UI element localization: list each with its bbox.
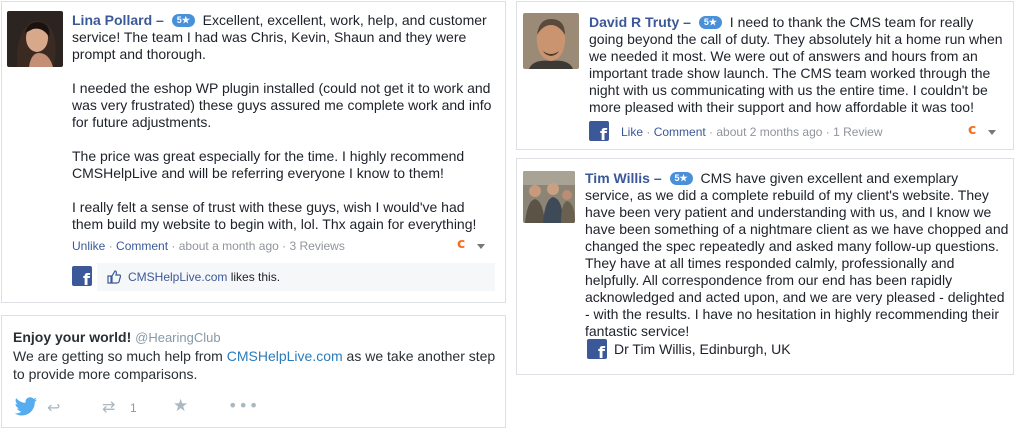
reviewer-name[interactable]: David R Truty (589, 14, 679, 30)
review-card-david: David R Truty – 5★ I need to thank the C… (516, 1, 1014, 150)
retweet-count: 1 (130, 401, 137, 415)
star-icon[interactable]: ★ (173, 396, 188, 416)
like-link[interactable]: Like (621, 125, 643, 139)
review-actions: Unlike · Comment · about a month ago · 3… (72, 239, 345, 253)
likes-this-text: likes this. (227, 270, 281, 284)
review-actions: Like · Comment · about 2 months ago · 1 … (621, 125, 883, 139)
facebook-icon: f (589, 121, 609, 141)
like-bar: CMSHelpLive.com likes this. (97, 263, 495, 291)
tweet-header: Enjoy your world! @HearingClub (13, 329, 221, 345)
review-text: CMS have given excellent and exemplary s… (585, 170, 1009, 339)
unlike-link[interactable]: Unlike (72, 239, 105, 253)
facebook-icon: f (72, 266, 92, 286)
tweet-title: Enjoy your world! (13, 329, 132, 345)
review-count[interactable]: 1 Review (833, 125, 882, 139)
tweet-link[interactable]: CMSHelpLive.com (227, 348, 343, 364)
review-body: David R Truty – 5★ I need to thank the C… (589, 14, 1007, 116)
twitter-bird-icon[interactable] (14, 397, 38, 417)
review-card-tim: Tim Willis – 5★ CMS have given excellent… (516, 158, 1014, 375)
cms-logo-icon[interactable]: c (457, 236, 465, 252)
review-count[interactable]: 3 Reviews (289, 239, 344, 253)
avatar[interactable] (523, 171, 575, 223)
rating-badge: 5★ (171, 14, 195, 27)
cms-logo-icon[interactable]: c (968, 122, 976, 138)
rating-badge: 5★ (669, 172, 693, 185)
tweet-handle[interactable]: @HearingClub (135, 330, 220, 345)
reviewer-name[interactable]: Lina Pollard (72, 12, 152, 28)
review-paragraph: The price was great especially for the t… (72, 148, 465, 181)
tweet-text-before: We are getting so much help from (13, 348, 227, 364)
name-dash: – (683, 14, 691, 30)
thumbs-up-icon (107, 270, 121, 284)
liked-page-link[interactable]: CMSHelpLive.com (128, 270, 227, 284)
avatar[interactable] (7, 11, 63, 67)
comment-link[interactable]: Comment (116, 239, 168, 253)
more-dots-icon[interactable]: ••• (228, 396, 259, 415)
review-card-lina: Lina Pollard – 5★ Excellent, excellent, … (1, 1, 506, 303)
tweet-card: Enjoy your world! @HearingClub We are ge… (1, 315, 506, 428)
chevron-down-icon[interactable] (477, 244, 485, 249)
tweet-text: We are getting so much help from CMSHelp… (13, 347, 503, 383)
review-time[interactable]: about a month ago (179, 239, 279, 253)
rating-badge: 5★ (698, 16, 722, 29)
avatar[interactable] (523, 13, 579, 69)
review-paragraph: I really felt a sense of trust with thes… (72, 199, 477, 232)
review-paragraph: I needed the eshop WP plugin installed (… (72, 80, 492, 130)
comment-link[interactable]: Comment (654, 125, 706, 139)
chevron-down-icon[interactable] (988, 130, 996, 135)
retweet-icon[interactable]: ⇄ (102, 397, 115, 416)
review-body: Tim Willis – 5★ CMS have given excellent… (585, 170, 1009, 340)
facebook-icon: f (587, 339, 607, 359)
name-dash: – (653, 170, 662, 186)
reply-icon[interactable]: ↩ (47, 398, 60, 417)
name-dash: – (156, 12, 164, 28)
reviewer-signature: Dr Tim Willis, Edinburgh, UK (614, 341, 791, 357)
reviewer-name[interactable]: Tim Willis (585, 170, 650, 186)
review-body: Lina Pollard – 5★ Excellent, excellent, … (72, 12, 497, 233)
review-time[interactable]: about 2 months ago (716, 125, 822, 139)
